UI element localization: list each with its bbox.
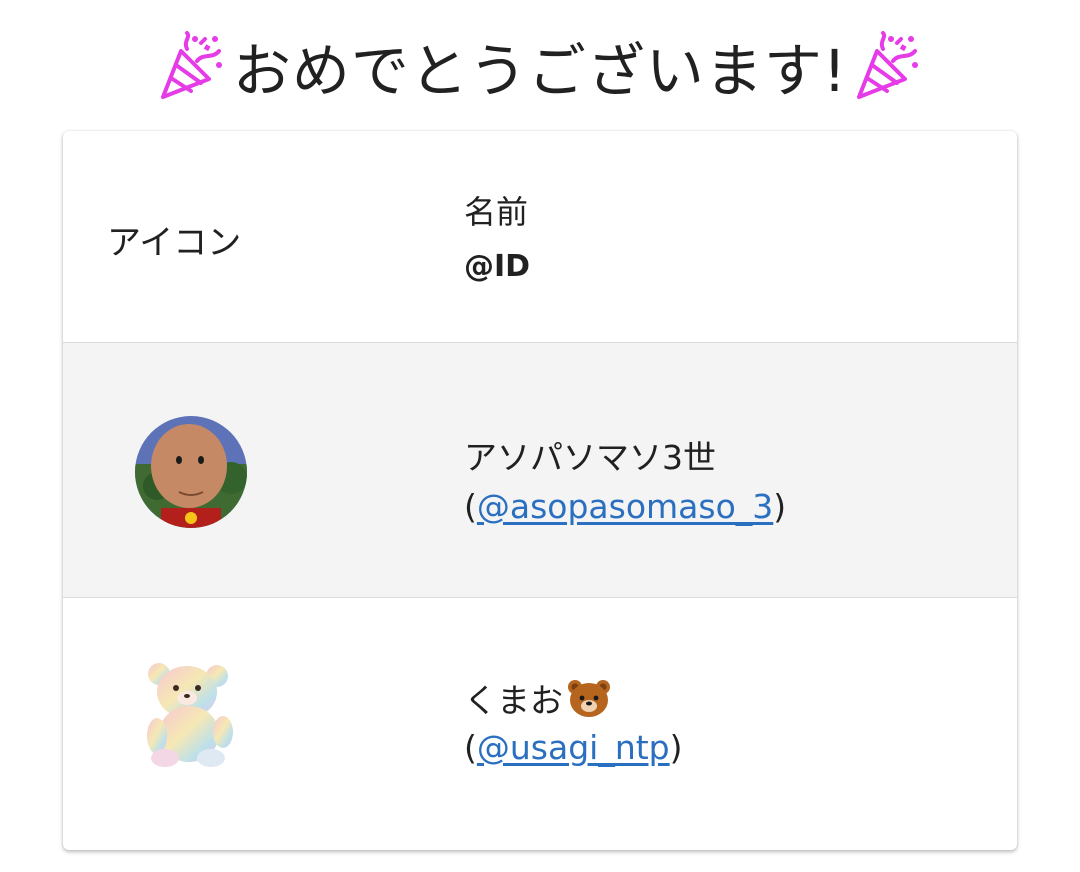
avatar: [147, 663, 233, 767]
user-handle: (@asopasomaso_3): [464, 487, 786, 526]
handle-open-paren: (: [464, 728, 477, 767]
avatar: [135, 416, 247, 528]
party-popper-icon: [857, 31, 919, 99]
handle-close-paren: ): [773, 487, 787, 526]
user-handle-link[interactable]: @asopasomaso_3: [477, 487, 773, 526]
column-header-name: 名前: [464, 193, 529, 231]
page-title: おめでとうございます!: [0, 24, 1080, 108]
handle-open-paren: (: [464, 487, 477, 526]
party-popper-icon: [160, 31, 222, 99]
display-name-text: アソパソマソ3世: [464, 438, 716, 477]
display-name: アソパソマソ3世: [464, 431, 716, 479]
bear-face-icon: [568, 680, 610, 717]
table-row: アソパソマソ3世 (@asopasomaso_3): [63, 343, 1017, 598]
table-header: アイコン 名前 @ID: [63, 131, 1017, 343]
handle-close-paren: ): [669, 728, 683, 767]
user-handle-link[interactable]: @usagi_ntp: [477, 728, 670, 767]
table-row: くまお (@usagi_ntp): [63, 598, 1017, 850]
column-header-icon: アイコン: [107, 223, 242, 263]
title-text: おめでとうございます!: [232, 37, 848, 105]
winners-table: アイコン 名前 @ID アソパソマソ3世 (@asopasomaso_3) くま…: [63, 131, 1017, 850]
display-name: くまお: [464, 674, 611, 722]
user-handle: (@usagi_ntp): [464, 728, 683, 767]
column-header-id: @ID: [464, 249, 531, 284]
display-name-text: くまお: [464, 681, 563, 720]
